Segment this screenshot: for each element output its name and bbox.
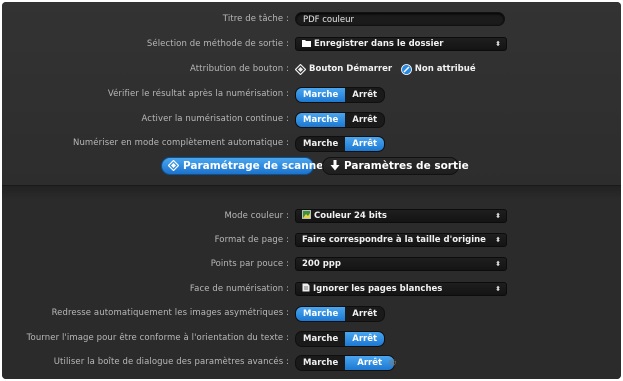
continuous-off[interactable]: Arrêt (345, 113, 384, 127)
task-title-label: Titre de tâche : (222, 14, 289, 24)
button-assignment-label: Attribution de bouton : (189, 64, 289, 74)
select-arrows-icon: ⬍ (495, 285, 501, 293)
continuous-toggle[interactable]: Marche Arrêt (295, 112, 386, 128)
radio-start-label: Bouton Démarrer (309, 64, 393, 74)
scanner-settings-section: Mode couleur : Couleur 24 bits ⬍ Format … (2, 186, 621, 379)
page-format-value: Faire correspondre à la taille d'origine (302, 235, 486, 245)
advanced-on[interactable]: Marche (296, 356, 345, 370)
verify-label: Vérifier le résultat après la numérisati… (107, 89, 289, 99)
rotate-on[interactable]: Marche (296, 332, 345, 346)
page-format-row: Format de page : Faire correspondre à la… (2, 233, 621, 249)
page-icon (302, 283, 310, 297)
verify-row: Vérifier le résultat après la numérisati… (2, 87, 621, 103)
color-mode-value: Couleur 24 bits (314, 211, 387, 221)
folder-icon (302, 39, 311, 52)
output-method-label: Sélection de méthode de sortie : (146, 39, 289, 49)
verify-off[interactable]: Arrêt (345, 88, 384, 102)
output-method-row: Sélection de méthode de sortie : Enregis… (2, 37, 621, 53)
diamond-icon (167, 159, 180, 172)
selected-radio-icon (400, 63, 412, 75)
fully-auto-off[interactable]: Arrêt (345, 137, 385, 151)
rotate-off[interactable]: Arrêt (345, 332, 385, 346)
tab-scanner-settings[interactable]: Paramétrage de scanner (161, 157, 329, 175)
auto-straighten-label: Redresse automatiquement les images asym… (51, 308, 289, 318)
continuous-row: Activer la numérisation continue : March… (2, 112, 621, 128)
rotate-label: Tourner l'image pour être conforme à l'o… (26, 333, 289, 343)
fully-auto-row: Numériser en mode complètement automatiq… (2, 136, 621, 152)
radio-unassigned[interactable]: Non attribué (400, 62, 476, 76)
button-assignment-row: Attribution de bouton : Bouton Démarrer … (2, 62, 621, 78)
auto-straighten-on[interactable]: Marche (296, 307, 346, 321)
radio-unassigned-label: Non attribué (414, 64, 476, 74)
auto-straighten-row: Redresse automatiquement les images asym… (2, 306, 621, 322)
page-format-label: Format de page : (214, 235, 289, 245)
settings-tabbar: Paramétrage de scanner Paramètres de sor… (2, 157, 621, 175)
output-method-value: Enregistrer dans le dossier (314, 39, 444, 49)
task-title-row: Titre de tâche : PDF couleur (2, 12, 621, 28)
color-mode-label: Mode couleur : (224, 211, 289, 221)
download-arrow-icon (330, 160, 340, 171)
select-arrows-icon: ⬍ (495, 212, 501, 220)
advanced-label: Utiliser la boîte de dialogue des paramè… (53, 357, 289, 367)
advanced-off[interactable]: Arrêt (345, 356, 395, 370)
button-assignment-radios: Bouton Démarrer Non attribué (295, 62, 476, 78)
color-mode-row: Mode couleur : Couleur 24 bits ⬍ (2, 209, 621, 225)
gear-icon[interactable] (388, 358, 397, 370)
diamond-radio-icon (295, 63, 306, 75)
general-settings-section: Titre de tâche : PDF couleur Sélection d… (2, 2, 621, 185)
select-arrows-icon: ⬍ (495, 40, 501, 48)
color-mode-select[interactable]: Couleur 24 bits ⬍ (295, 209, 507, 223)
scan-side-row: Face de numérisation : Ignorer les pages… (2, 282, 621, 298)
advanced-toggle[interactable]: Marche Arrêt (295, 355, 396, 371)
continuous-label: Activer la numérisation continue : (141, 114, 289, 124)
output-method-select[interactable]: Enregistrer dans le dossier ⬍ (295, 37, 507, 51)
settings-panel: Titre de tâche : PDF couleur Sélection d… (2, 2, 621, 379)
verify-toggle[interactable]: Marche Arrêt (295, 87, 386, 103)
select-arrows-icon: ⬍ (495, 260, 501, 268)
fully-auto-on[interactable]: Marche (296, 137, 345, 151)
scan-side-value: Ignorer les pages blanches (313, 284, 443, 294)
tab-output-label: Paramètres de sortie (344, 160, 469, 172)
color-photo-icon (302, 210, 311, 224)
tab-output-settings[interactable]: Paramètres de sortie (322, 157, 469, 175)
page-format-select[interactable]: Faire correspondre à la taille d'origine… (295, 233, 507, 247)
rotate-toggle[interactable]: Marche Arrêt (295, 331, 386, 347)
task-title-input[interactable]: PDF couleur (295, 12, 505, 26)
advanced-row: Utiliser la boîte de dialogue des paramè… (2, 355, 621, 371)
continuous-on[interactable]: Marche (296, 113, 346, 127)
dpi-label: Points par pouce : (210, 259, 289, 269)
fully-auto-toggle[interactable]: Marche Arrêt (295, 136, 386, 152)
auto-straighten-toggle[interactable]: Marche Arrêt (295, 306, 386, 322)
verify-on[interactable]: Marche (296, 88, 346, 102)
fully-auto-label: Numériser en mode complètement automatiq… (72, 138, 289, 148)
scan-side-select[interactable]: Ignorer les pages blanches ⬍ (295, 282, 507, 296)
dpi-value: 200 ppp (302, 259, 341, 269)
rotate-row: Tourner l'image pour être conforme à l'o… (2, 331, 621, 347)
dpi-select[interactable]: 200 ppp ⬍ (295, 257, 507, 271)
dpi-row: Points par pouce : 200 ppp ⬍ (2, 257, 621, 273)
tab-scanner-label: Paramétrage de scanner (183, 160, 329, 172)
auto-straighten-off[interactable]: Arrêt (345, 307, 384, 321)
radio-start-button[interactable]: Bouton Démarrer (295, 62, 392, 76)
select-arrows-icon: ⬍ (495, 236, 501, 244)
scan-side-label: Face de numérisation : (189, 284, 289, 294)
